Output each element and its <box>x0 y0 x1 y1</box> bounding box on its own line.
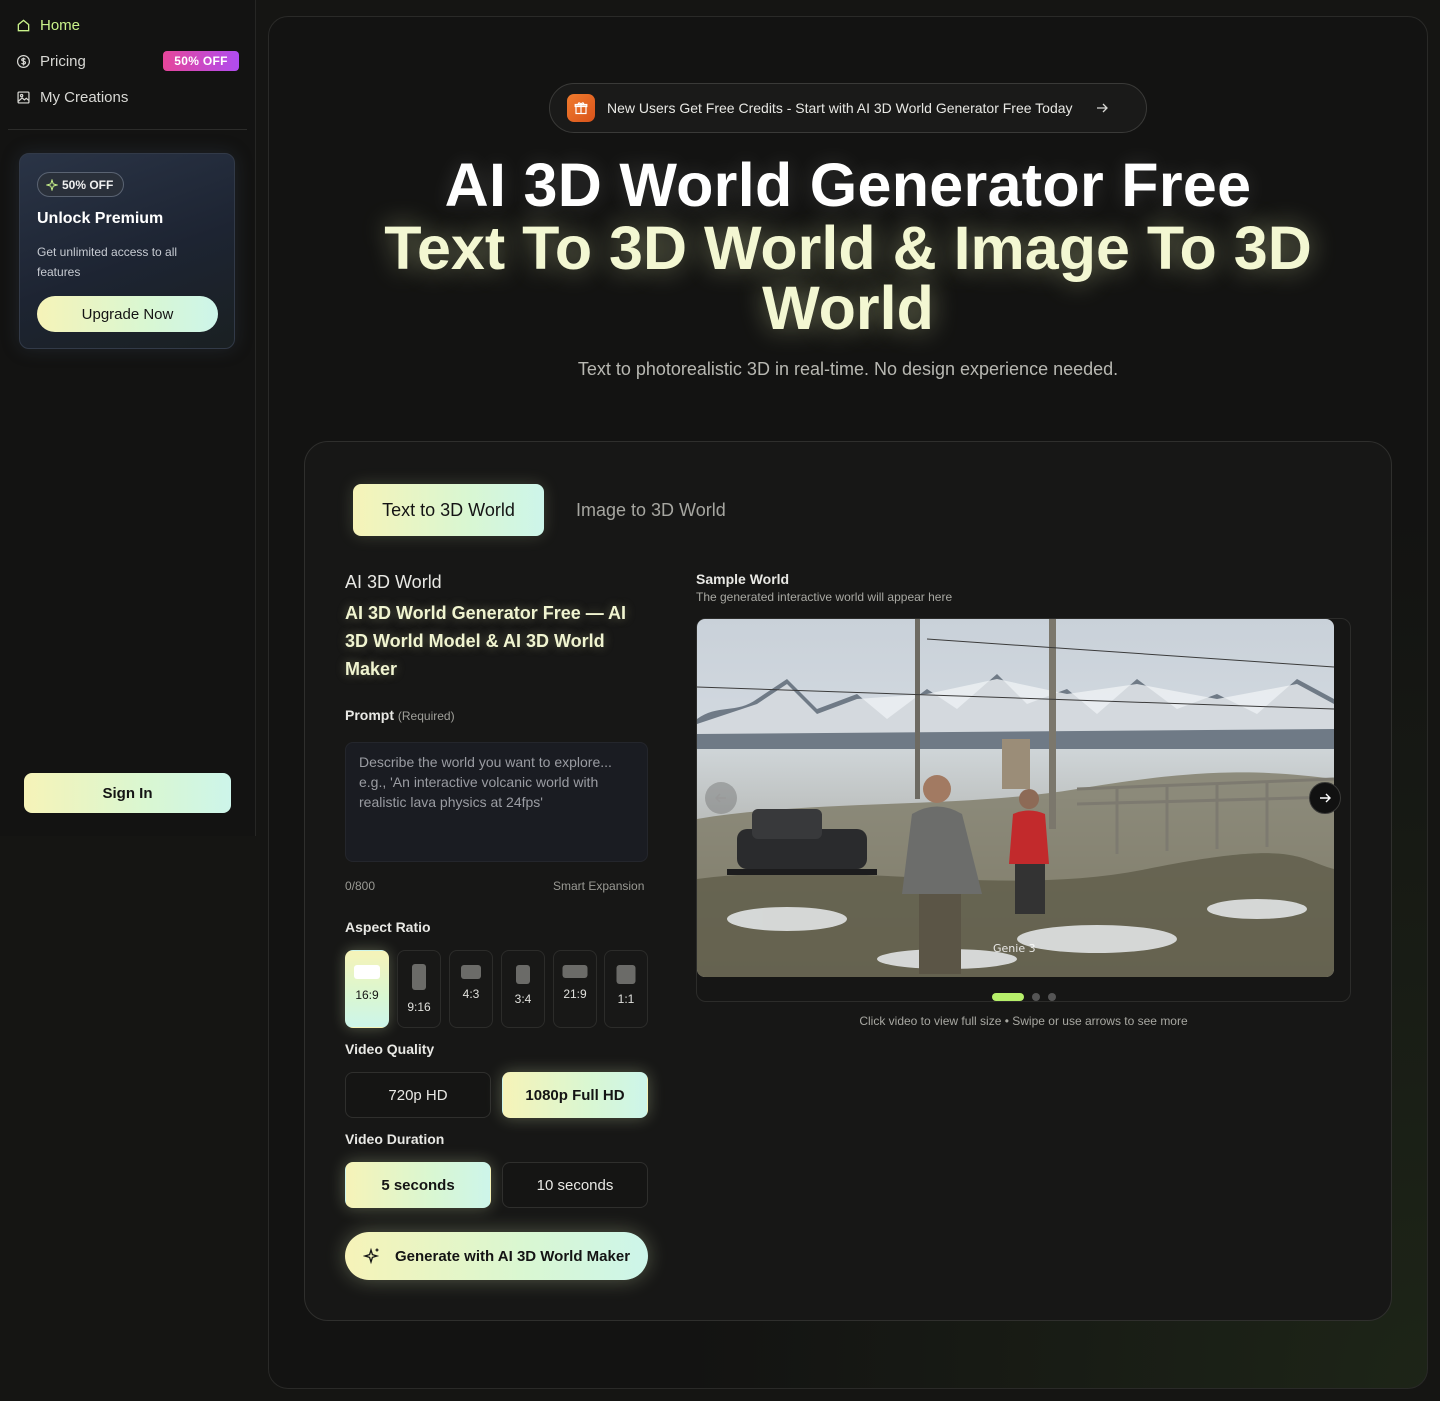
carousel-prev-button[interactable] <box>705 782 737 814</box>
premium-description: Get unlimited access to all features <box>37 245 178 279</box>
prompt-label: Prompt (Required) <box>345 707 455 723</box>
sample-video[interactable]: Genie 3 <box>697 619 1334 977</box>
premium-pill-label: 50% OFF <box>62 177 114 192</box>
image-icon <box>17 90 30 104</box>
quality-1080p-button[interactable]: 1080p Full HD <box>502 1072 648 1118</box>
prompt-character-count: 0/800 <box>345 879 376 893</box>
sidebar-divider <box>8 129 247 130</box>
generator-subheading: AI 3D World Generator Free — AI 3D World… <box>345 603 627 679</box>
sidebar-item-label: Pricing <box>40 52 86 70</box>
page-title: AI 3D World Generator Free <box>444 151 1252 219</box>
duration-10s-button[interactable]: 10 seconds <box>502 1162 648 1208</box>
sample-video-scene: Genie 3 <box>697 619 1334 977</box>
announcement-text: New Users Get Free Credits - Start with … <box>607 100 1073 116</box>
sign-in-button[interactable]: Sign In <box>24 773 231 813</box>
ratio-shape-icon <box>516 965 530 984</box>
upgrade-now-button[interactable]: Upgrade Now <box>37 296 218 332</box>
sidebar-item-my-creations[interactable]: My Creations <box>16 85 128 109</box>
aspect-ratio-label: Aspect Ratio <box>345 919 431 935</box>
dollar-circle-icon <box>16 54 31 68</box>
ratio-label: 16:9 <box>355 988 379 1002</box>
gift-icon <box>567 94 595 122</box>
ratio-shape-icon <box>562 965 588 978</box>
ratio-shape-icon <box>412 964 426 990</box>
video-watermark: Genie 3 <box>993 942 1036 955</box>
ratio-label: 21:9 <box>563 987 587 1001</box>
quality-720p-button[interactable]: 720p HD <box>345 1072 491 1118</box>
page-subtitle-highlight: Text To 3D World & Image To 3D World <box>384 214 1312 342</box>
home-icon <box>17 18 30 31</box>
premium-card: 50% OFF Unlock Premium Get unlimited acc… <box>19 153 235 349</box>
sparkle-icon <box>46 178 58 191</box>
generator-heading: AI 3D World <box>345 572 442 592</box>
video-quality-label: Video Quality <box>345 1041 435 1057</box>
sample-world-title: Sample World <box>696 571 790 587</box>
ratio-label: 9:16 <box>407 1000 431 1014</box>
tab-text-to-3d-world[interactable]: Text to 3D World <box>353 484 544 536</box>
ratio-label: 4:3 <box>462 987 480 1001</box>
sidebar-item-home[interactable]: Home <box>16 13 80 37</box>
tab-image-to-3d-world[interactable]: Image to 3D World <box>576 484 726 536</box>
sidebar: Home Pricing 50% OFF My Creations 50% OF… <box>0 0 256 836</box>
aspect-ratio-9-16[interactable]: 9:16 <box>397 950 441 1028</box>
hero-description: Text to photorealistic 3D in real-time. … <box>577 359 1119 379</box>
arrow-right-icon <box>1320 793 1331 803</box>
ratio-label: 3:4 <box>514 992 532 1006</box>
prompt-textarea[interactable]: Describe the world you want to explore..… <box>345 742 648 862</box>
aspect-ratio-16-9[interactable]: 16:9 <box>345 950 389 1028</box>
carousel-caption: Click video to view full size • Swipe or… <box>859 1014 1188 1028</box>
ratio-shape-icon <box>461 965 481 979</box>
ratio-shape-icon <box>616 965 636 984</box>
carousel-dot-2[interactable] <box>1032 993 1040 1001</box>
aspect-ratio-3-4[interactable]: 3:4 <box>501 950 545 1028</box>
sparkles-icon <box>362 1247 380 1265</box>
smart-expansion-toggle[interactable]: Smart Expansion <box>553 879 644 893</box>
prompt-required-note: (Required) <box>397 709 455 723</box>
carousel-next-button[interactable] <box>1309 782 1341 814</box>
video-duration-label: Video Duration <box>345 1131 445 1147</box>
sidebar-item-label: Home <box>40 16 81 34</box>
prompt-label-text: Prompt <box>345 707 394 723</box>
ratio-label: 1:1 <box>617 992 635 1006</box>
aspect-ratio-21-9[interactable]: 21:9 <box>553 950 597 1028</box>
discount-badge: 50% OFF <box>163 51 239 71</box>
announcement-banner[interactable]: New Users Get Free Credits - Start with … <box>549 83 1147 133</box>
carousel-dot-3[interactable] <box>1048 993 1056 1001</box>
sidebar-item-pricing[interactable]: Pricing <box>16 49 86 73</box>
duration-5s-button[interactable]: 5 seconds <box>345 1162 491 1208</box>
ratio-shape-icon <box>354 965 380 979</box>
arrow-right-icon <box>1096 103 1108 113</box>
generate-button-label: Generate with AI 3D World Maker <box>394 1247 631 1265</box>
premium-discount-pill: 50% OFF <box>37 172 125 197</box>
generate-button[interactable]: Generate with AI 3D World Maker <box>345 1232 648 1280</box>
sample-world-subtitle: The generated interactive world will app… <box>696 590 953 604</box>
carousel-dot-1[interactable] <box>992 993 1024 1001</box>
premium-title: Unlock Premium <box>37 210 164 227</box>
arrow-left-icon <box>715 793 726 803</box>
aspect-ratio-1-1[interactable]: 1:1 <box>604 950 648 1028</box>
aspect-ratio-4-3[interactable]: 4:3 <box>449 950 493 1028</box>
sidebar-item-label: My Creations <box>40 88 129 106</box>
